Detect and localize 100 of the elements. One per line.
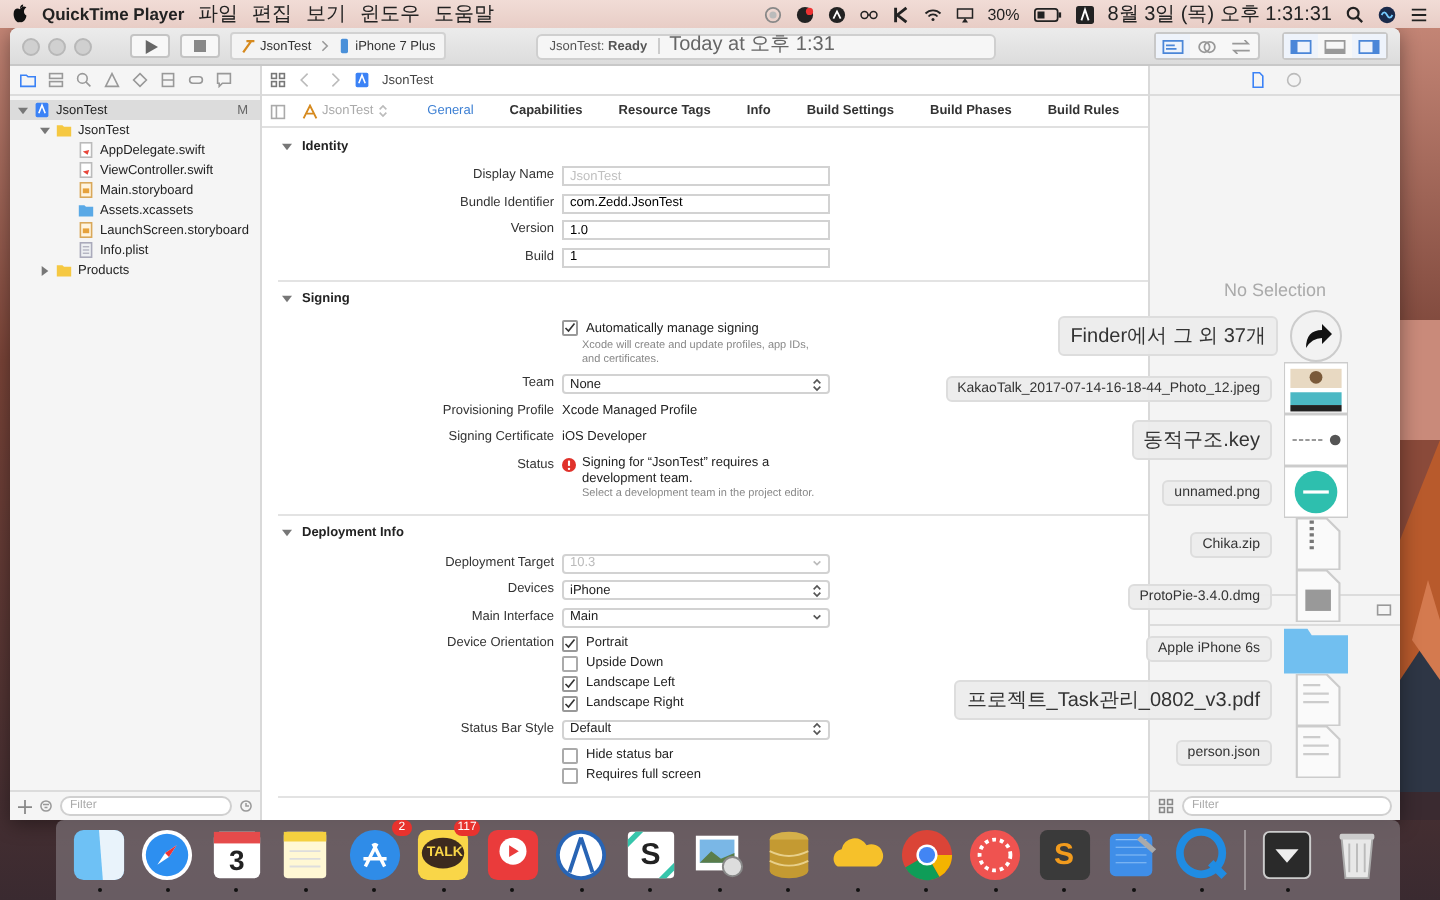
hierarchy-icon[interactable]	[48, 72, 64, 88]
app-target-icon	[302, 103, 318, 119]
calendar-icon[interactable]	[209, 828, 264, 882]
project-file-icon	[34, 102, 50, 118]
icon-label: 3	[227, 844, 247, 876]
grid-icon[interactable]	[270, 72, 286, 88]
stepper-arrows-icon	[812, 377, 822, 391]
bottom-panel-icon	[1324, 39, 1346, 53]
apple-icon[interactable]	[12, 4, 28, 24]
hammer-icon	[240, 38, 256, 54]
right-panel-icon	[1358, 39, 1380, 53]
checkbox[interactable]	[562, 747, 578, 763]
menu-item[interactable]: 파일	[198, 0, 239, 28]
dotted-circle-icon[interactable]	[968, 828, 1023, 882]
inspector-toggle-button[interactable]	[1352, 34, 1386, 58]
photo-thumbnail[interactable]	[1284, 362, 1348, 414]
split-square-icon[interactable]	[72, 828, 126, 882]
grid-icon[interactable]	[1158, 798, 1174, 814]
document-icon	[78, 242, 94, 258]
menu-bar-clock[interactable]: 8월 3일 (목) 오후 1:31:31	[1107, 0, 1332, 28]
image-thumbnail[interactable]	[1284, 466, 1348, 518]
menu-item[interactable]: 도움말	[434, 0, 495, 28]
blueprint-icon[interactable]	[1106, 828, 1161, 882]
menu-item[interactable]: 보기	[306, 0, 347, 28]
slide-thumbnail[interactable]	[1284, 414, 1348, 466]
disclosure-triangle[interactable]	[282, 294, 292, 304]
error-icon	[562, 457, 576, 471]
stepper-arrows-icon	[812, 583, 822, 597]
siri-icon[interactable]	[1378, 5, 1396, 23]
wifi-icon[interactable]	[923, 5, 942, 23]
navigator-toggle-button[interactable]	[1284, 34, 1318, 58]
run-button[interactable]	[130, 34, 170, 58]
add-icon[interactable]	[18, 799, 32, 813]
media-icon[interactable]	[1376, 602, 1392, 618]
lines-icon	[1162, 39, 1184, 53]
warning-icon[interactable]	[104, 72, 120, 88]
folder-icon	[56, 262, 72, 278]
tag-icon[interactable]	[188, 72, 204, 88]
app-icon[interactable]	[347, 828, 402, 882]
checkbox[interactable]	[562, 767, 578, 783]
input-source-icon[interactable]	[1075, 5, 1094, 23]
rings-icon	[1196, 39, 1218, 53]
file-name-label[interactable]: 동적구조.key	[1131, 420, 1272, 460]
stop-button[interactable]	[180, 34, 220, 58]
stepper-arrows-icon	[812, 722, 822, 736]
empty-state-text: No Selection	[1223, 280, 1327, 300]
app-icon[interactable]	[623, 828, 678, 882]
status-time: Today at 오후 1:31	[669, 36, 835, 56]
menu-item[interactable]: 윈도우	[360, 0, 421, 28]
project-file-icon	[354, 72, 370, 88]
file-name-label[interactable]: Finder에서 그 외 37개	[1058, 316, 1278, 356]
standard-editor-button[interactable]	[1156, 34, 1190, 58]
play-icon	[143, 39, 157, 53]
swift-file-icon	[78, 162, 94, 178]
disclosure-triangle[interactable]	[282, 141, 292, 151]
stop-icon	[194, 40, 206, 52]
sidebar-toggle-icon[interactable]	[270, 103, 286, 119]
checkbox[interactable]	[562, 675, 578, 691]
file-name-label[interactable]: 프로젝트_Task관리_0802_v3.pdf	[954, 680, 1272, 720]
filter-icon[interactable]	[40, 800, 52, 812]
drafting-compass-icon[interactable]	[554, 828, 609, 882]
browser-icon[interactable]	[899, 828, 954, 882]
app-menu[interactable]: QuickTime Player	[42, 4, 185, 24]
stepper-arrows-icon	[377, 104, 388, 118]
icon-label: S	[1052, 838, 1077, 872]
disclosure-triangle[interactable]	[40, 125, 50, 135]
list-icon[interactable]	[160, 72, 176, 88]
file-icon[interactable]	[1249, 72, 1265, 88]
phone-icon	[335, 38, 352, 54]
storyboard-file-icon	[78, 182, 94, 198]
disclosure-triangle[interactable]	[282, 528, 292, 538]
checkbox[interactable]	[562, 655, 578, 671]
swift-file-icon	[78, 142, 94, 158]
message-icon[interactable]	[795, 5, 814, 23]
circle-icon[interactable]	[827, 5, 846, 23]
menu-item[interactable]: 편집	[252, 0, 293, 28]
icon-label: S	[638, 838, 663, 872]
play-icon[interactable]	[485, 828, 540, 882]
record-icon[interactable]	[763, 5, 782, 23]
disclosure-triangle[interactable]	[18, 105, 28, 115]
checkbox[interactable]	[562, 635, 578, 651]
folder-icon	[78, 202, 94, 218]
speech-bubble-icon[interactable]	[416, 828, 471, 882]
storyboard-file-icon	[78, 222, 94, 238]
compass-icon[interactable]	[140, 828, 195, 882]
chevron-down-icon	[812, 610, 822, 624]
diamond-icon[interactable]	[132, 72, 148, 88]
airplay-icon[interactable]	[955, 5, 974, 23]
left-panel-icon	[1290, 39, 1312, 53]
folder-icon[interactable]	[20, 72, 36, 88]
disclosure-triangle[interactable]	[40, 265, 50, 275]
battery-icon[interactable]	[1033, 5, 1062, 23]
battery-percentage: 30%	[987, 5, 1020, 23]
glasses-icon[interactable]	[859, 5, 878, 23]
clock-icon[interactable]	[240, 800, 252, 812]
menu-icon[interactable]	[1410, 5, 1428, 23]
k-icon[interactable]	[891, 5, 910, 23]
checkbox[interactable]	[562, 695, 578, 711]
checkbox[interactable]	[562, 320, 578, 336]
search-icon[interactable]	[1346, 5, 1364, 23]
